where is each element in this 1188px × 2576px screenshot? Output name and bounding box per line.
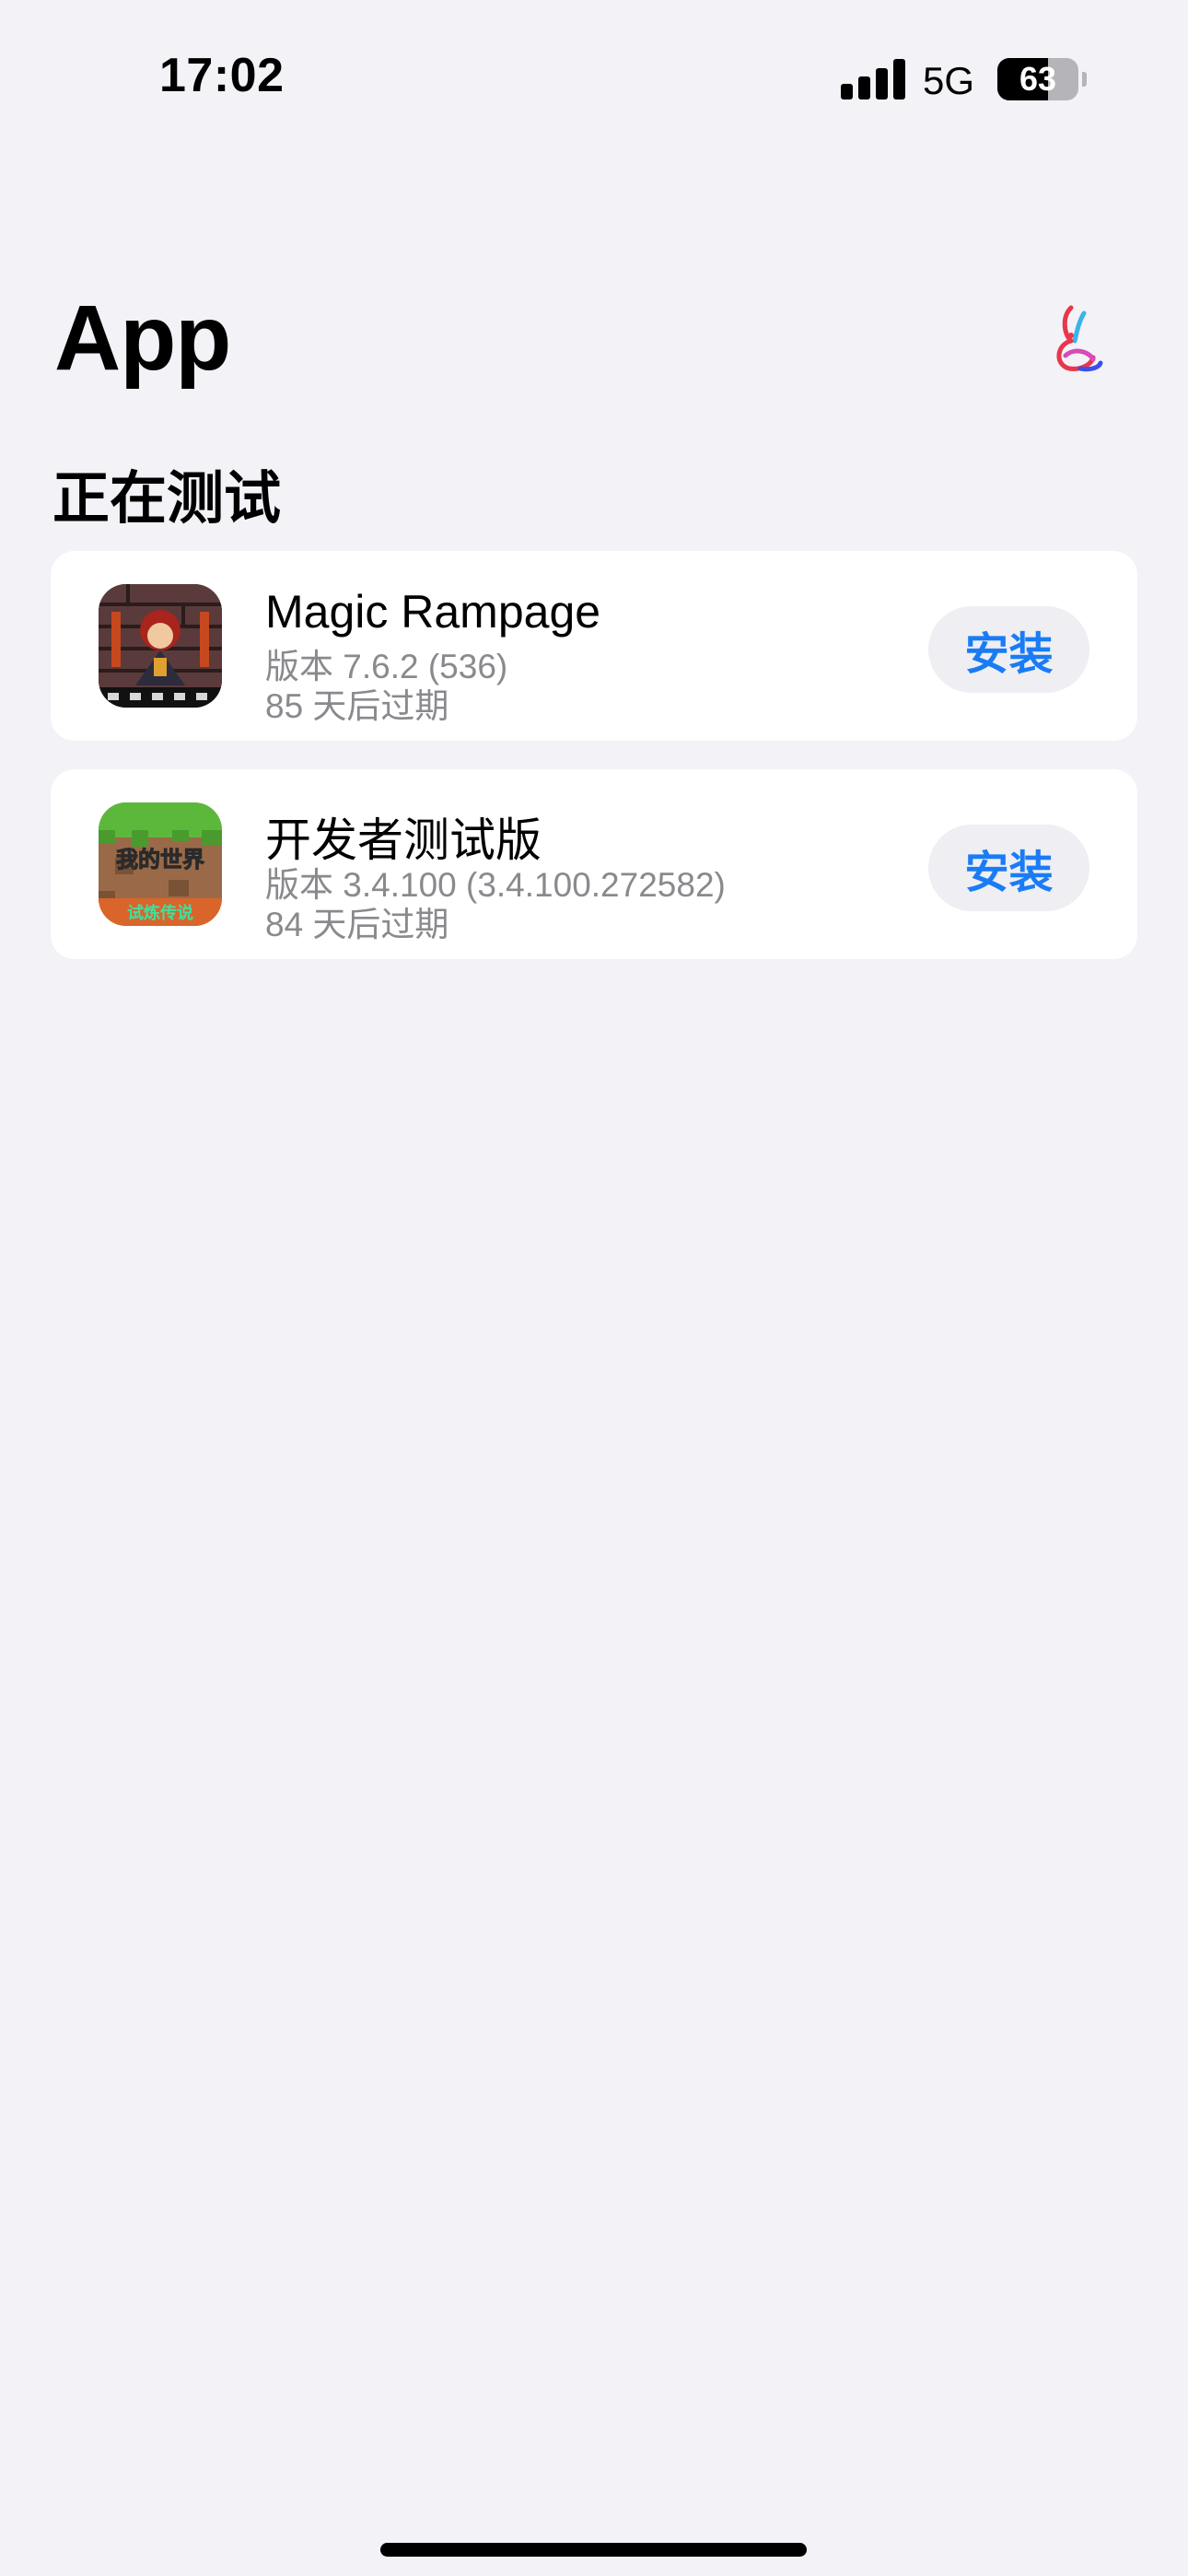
install-button[interactable]: 安装: [928, 825, 1089, 911]
battery-icon: 63: [997, 58, 1087, 100]
network-type: 5G: [923, 59, 975, 102]
app-card[interactable]: 我的世界 试炼传说 开发者测试版 版本 3.4.100 (3.4.100.272…: [51, 769, 1137, 959]
app-name: Magic Rampage: [265, 586, 601, 638]
status-time: 17:02: [159, 49, 285, 102]
battery-level: 63: [1019, 60, 1057, 98]
icon-text-bottom: 试炼传说: [127, 903, 193, 923]
icon-text-top: 我的世界: [116, 847, 204, 872]
app-expiry: 85 天后过期: [265, 687, 449, 725]
app-expiry: 84 天后过期: [265, 906, 449, 943]
app-card[interactable]: Magic Rampage 版本 7.6.2 (536) 85 天后过期 安装: [51, 551, 1137, 741]
section-title-testing: 正在测试: [52, 467, 282, 531]
home-indicator[interactable]: [380, 2543, 807, 2557]
install-button[interactable]: 安装: [928, 606, 1089, 693]
cellular-signal-icon: [841, 59, 905, 100]
magic-rampage-app-icon: [99, 584, 222, 708]
rabbit-logo-icon[interactable]: [1043, 304, 1108, 378]
minecraft-app-icon: 我的世界 试炼传说: [99, 802, 222, 926]
page-title: App: [54, 287, 231, 390]
